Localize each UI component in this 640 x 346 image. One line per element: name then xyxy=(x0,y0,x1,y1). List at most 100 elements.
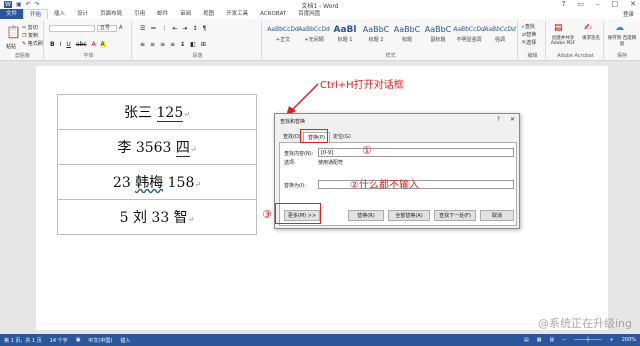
insert-mode[interactable]: 插入 xyxy=(120,337,130,344)
highlight-icon[interactable]: A xyxy=(100,41,105,48)
copy-icon: ❐ xyxy=(22,33,27,39)
strikethrough-icon[interactable]: abc xyxy=(76,41,87,48)
style-preview: AaBl xyxy=(333,25,357,35)
show-marks-icon[interactable]: ¶ xyxy=(202,25,206,32)
maximize-button[interactable]: □ xyxy=(612,0,619,8)
replace-button[interactable]: 替换(R) xyxy=(348,210,384,221)
tab-developer[interactable]: 开发工具 xyxy=(220,9,254,19)
table-cell[interactable]: 5 刘 33 智↵ xyxy=(57,199,257,235)
save-to-baidu-button[interactable]: 保存到 百度网盘 xyxy=(606,35,638,47)
acrobat-group-label: Adobe Acrobat xyxy=(557,53,594,59)
tab-references[interactable]: 引用 xyxy=(128,9,151,19)
page-indicator[interactable]: 第 1 页，共 1 页 xyxy=(4,337,42,344)
zoom-out-icon[interactable]: − xyxy=(562,337,566,343)
style-subtitle[interactable]: AaBbC 副标题 xyxy=(422,24,454,50)
justify-icon[interactable]: ≡ xyxy=(170,41,175,48)
print-layout-icon[interactable]: ▦ xyxy=(537,337,542,343)
tab-insert[interactable]: 插入 xyxy=(48,9,71,19)
style-subtle-emphasis[interactable]: AaBbCcDd 不明显强调 xyxy=(453,24,485,50)
style-normal[interactable]: AaBbCcDd +正文 xyxy=(267,24,299,50)
paragraph-mark: ↵ xyxy=(183,110,190,119)
language-indicator[interactable]: 中文(中国) xyxy=(88,337,112,344)
table-cell[interactable]: 23 韩梅 158↵ xyxy=(57,164,257,200)
font-name-select[interactable] xyxy=(49,25,95,32)
dialog-help-icon[interactable]: ? xyxy=(497,116,500,123)
cut-button[interactable]: ✂ 剪切 xyxy=(22,24,38,31)
style-no-spacing[interactable]: AaBbCcDd +无间隔 xyxy=(298,24,330,50)
step3-annotation: ③ xyxy=(262,208,272,221)
title-bar: W ▣ ↶ ↷ 文档1 - Word ? ▭ – □ ✕ xyxy=(0,0,640,10)
tab-view[interactable]: 视图 xyxy=(197,9,220,19)
tab-file[interactable]: 文件 xyxy=(0,9,24,19)
font-color-icon[interactable]: A xyxy=(92,41,96,48)
request-signature-button[interactable]: 请求签名 xyxy=(580,35,602,41)
shading-icon[interactable]: ◧ xyxy=(190,41,196,48)
bold-icon[interactable]: B xyxy=(50,41,55,48)
close-button[interactable]: ✕ xyxy=(630,0,636,8)
increase-indent-icon[interactable]: ⇥ xyxy=(182,25,187,32)
proofing-icon[interactable]: ▣ xyxy=(76,337,81,344)
tab-acrobat[interactable]: ACROBAT xyxy=(254,9,292,19)
align-center-icon[interactable]: ≡ xyxy=(150,41,155,48)
style-title[interactable]: AaBbC 标题 xyxy=(391,24,423,50)
zoom-level[interactable]: 200% xyxy=(622,337,636,343)
tab-home[interactable]: 开始 xyxy=(23,9,49,19)
sort-icon[interactable]: ↕ xyxy=(192,25,197,32)
cell-text: 23 xyxy=(112,175,136,191)
borders-icon[interactable]: ⊞ xyxy=(201,41,206,48)
zoom-in-icon[interactable]: + xyxy=(610,337,614,343)
style-heading-2[interactable]: AaBbC 标题 2 xyxy=(360,24,392,50)
tab-review[interactable]: 审阅 xyxy=(174,9,197,19)
paragraph-mark: ↵ xyxy=(194,180,202,189)
multilevel-list-icon[interactable]: ⋮ xyxy=(161,25,167,32)
table-row: 5 刘 33 智↵ xyxy=(57,199,257,235)
ribbon: 📋 粘贴 ✂ 剪切 ❐ 复制 ✎ 格式刷 剪贴板 五号 A B I U abc … xyxy=(0,19,640,61)
cancel-button[interactable]: 取消 xyxy=(480,210,514,221)
word-count[interactable]: 14 个字 xyxy=(50,337,68,344)
copy-button[interactable]: ❐ 复制 xyxy=(22,32,38,39)
table-cell[interactable]: 张三 125↵ xyxy=(57,94,257,130)
zoom-slider[interactable]: ────┼──── xyxy=(574,337,601,343)
table-cell[interactable]: 李 3563 四↵ xyxy=(57,129,257,165)
tab-design[interactable]: 设计 xyxy=(71,9,94,19)
cut-label: 剪切 xyxy=(27,25,38,31)
find-button[interactable]: ⌕查找 xyxy=(522,23,535,30)
bullets-icon[interactable]: ☰ xyxy=(140,25,145,32)
find-what-input[interactable]: [0-9] xyxy=(318,148,514,157)
paste-icon[interactable]: 📋 xyxy=(6,25,21,39)
dialog-close-icon[interactable]: ✕ xyxy=(510,116,515,123)
style-emphasis[interactable]: AaBbCcDd 强调 xyxy=(484,24,516,50)
format-painter-button[interactable]: ✎ 格式刷 xyxy=(22,40,43,47)
align-right-icon[interactable]: ≡ xyxy=(160,41,165,48)
numbering-icon[interactable]: ≔ xyxy=(150,25,156,32)
find-next-button[interactable]: 查找下一处(F) xyxy=(434,210,476,221)
underline-icon[interactable]: U xyxy=(66,41,70,48)
replace-button[interactable]: ⇄替换 xyxy=(522,31,536,38)
decrease-indent-icon[interactable]: ⇤ xyxy=(172,25,177,32)
read-mode-icon[interactable]: ▤ xyxy=(524,337,529,343)
paste-button[interactable]: 粘贴 xyxy=(6,43,16,50)
tab-mailings[interactable]: 邮件 xyxy=(151,9,174,19)
web-layout-icon[interactable]: ▥ xyxy=(549,337,554,343)
line-spacing-icon[interactable]: ↨ xyxy=(180,41,185,48)
font-size-select[interactable]: 五号 xyxy=(97,25,117,32)
select-button[interactable]: ⇱选择 xyxy=(522,39,536,46)
ribbon-display-icon[interactable]: ▭ xyxy=(577,0,584,8)
help-icon[interactable]: ? xyxy=(562,0,566,8)
replace-all-button[interactable]: 全部替换(A) xyxy=(388,210,430,221)
replace-tab-highlight xyxy=(300,129,328,143)
cell-text: 125 xyxy=(156,105,184,122)
style-heading-1[interactable]: AaBl 标题 1 xyxy=(329,24,361,50)
style-preview: AaBbCcDd xyxy=(267,26,299,33)
create-pdf-button[interactable]: 创建并共享 Adobe PDF xyxy=(548,35,578,46)
minimize-button[interactable]: – xyxy=(596,0,600,8)
tab-baidu-netdisk[interactable]: 百度网盘 xyxy=(292,9,326,19)
align-left-icon[interactable]: ≡ xyxy=(140,41,145,48)
more-button-highlight xyxy=(275,203,321,224)
login-link[interactable]: 登录 xyxy=(623,10,634,18)
tab-goto[interactable]: 定位(G) xyxy=(329,132,355,142)
tab-page-layout[interactable]: 页面布局 xyxy=(94,9,128,19)
grow-font-icon[interactable]: A xyxy=(119,25,122,31)
italic-icon[interactable]: I xyxy=(60,41,62,48)
document-table[interactable]: 张三 125↵ 李 3563 四↵ 23 韩梅 158↵ 5 刘 33 智↵ xyxy=(57,94,257,235)
